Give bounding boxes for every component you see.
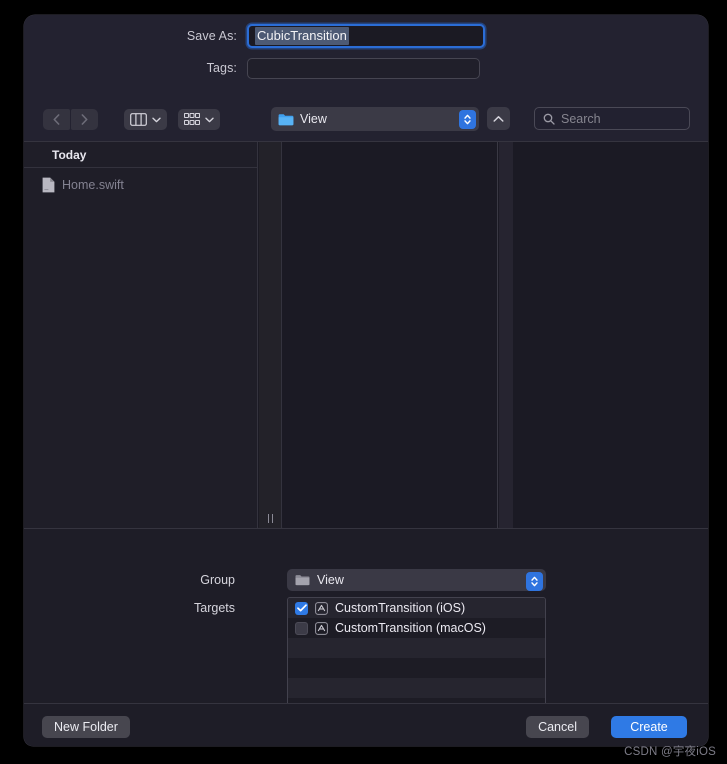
section-header-today: Today xyxy=(24,142,257,168)
gallery-view-icon xyxy=(184,113,200,126)
search-icon xyxy=(543,113,555,125)
group-mode-button[interactable] xyxy=(178,109,220,130)
list-item[interactable]: Home.swift xyxy=(24,174,257,196)
navigation-buttons xyxy=(43,109,98,130)
screen: Save As: CubicTransition Tags: View Sear… xyxy=(0,0,727,764)
path-popup-button[interactable]: View xyxy=(271,107,479,131)
stepper-chevrons-icon xyxy=(531,576,538,586)
tags-input[interactable] xyxy=(247,57,480,79)
column-view-icon xyxy=(130,113,147,126)
folder-icon xyxy=(295,575,310,586)
document-icon xyxy=(42,177,55,193)
view-mode-button[interactable] xyxy=(124,109,167,130)
dialog-header: Save As: CubicTransition Tags: xyxy=(24,15,708,86)
table-row-empty[interactable] xyxy=(288,678,545,698)
accessory-panel: Group View Targets CustomTransition (iOS… xyxy=(24,528,708,708)
chevron-down-icon xyxy=(205,117,214,122)
browser-column-last[interactable] xyxy=(513,142,708,528)
target-checkbox-checked[interactable] xyxy=(295,601,308,615)
app-target-icon xyxy=(315,601,328,615)
browser-column-files[interactable]: Today Home.swift xyxy=(24,142,258,528)
browser-column-narrow[interactable] xyxy=(259,142,282,528)
save-dialog: Save As: CubicTransition Tags: View Sear… xyxy=(24,15,708,746)
save-as-row: Save As: CubicTransition xyxy=(24,23,708,49)
forward-button[interactable] xyxy=(71,109,98,130)
table-cell-name: CustomTransition (iOS) xyxy=(335,601,466,615)
path-popup-label: View xyxy=(300,112,327,126)
group-stepper[interactable] xyxy=(526,571,543,591)
search-field[interactable]: Search xyxy=(534,107,690,130)
file-browser: Today Home.swift xyxy=(24,141,708,528)
cancel-button[interactable]: Cancel xyxy=(526,716,589,738)
save-as-label: Save As: xyxy=(186,29,237,43)
grip-bar xyxy=(268,513,269,523)
list-item-label: Home.swift xyxy=(62,178,124,192)
tags-row: Tags: xyxy=(24,57,708,79)
browser-column-thin[interactable] xyxy=(499,142,513,528)
target-checkbox-unchecked[interactable] xyxy=(295,621,308,635)
save-as-input[interactable]: CubicTransition xyxy=(247,24,485,48)
app-target-icon xyxy=(315,621,328,635)
create-button[interactable]: Create xyxy=(611,716,687,738)
tags-label: Tags: xyxy=(206,61,237,75)
table-row[interactable]: CustomTransition (macOS) xyxy=(288,618,545,638)
group-popup-button[interactable]: View xyxy=(287,569,546,591)
group-label: Group xyxy=(200,573,235,587)
save-as-field-wrap: CubicTransition xyxy=(247,24,485,48)
table-row[interactable]: CustomTransition (iOS) xyxy=(288,598,545,618)
table-cell-name: CustomTransition (macOS) xyxy=(335,621,486,635)
search-placeholder: Search xyxy=(561,111,601,126)
go-up-button[interactable] xyxy=(487,107,510,130)
targets-list[interactable]: CustomTransition (iOS) CustomTransition … xyxy=(287,597,546,708)
column-resize-handle[interactable] xyxy=(259,508,282,528)
folder-icon xyxy=(278,113,294,125)
checkmark-icon xyxy=(296,604,307,612)
dialog-footer: New Folder Cancel Create xyxy=(24,703,708,746)
dialog-toolbar: View Search xyxy=(24,86,708,141)
new-folder-button[interactable]: New Folder xyxy=(42,716,130,738)
targets-label: Targets xyxy=(194,601,235,615)
browser-column-main[interactable] xyxy=(283,142,498,528)
watermark: CSDN @宇夜iOS xyxy=(624,746,716,758)
stepper-chevrons-icon xyxy=(464,114,471,124)
save-as-value: CubicTransition xyxy=(255,27,349,45)
group-popup-label: View xyxy=(317,573,344,587)
grip-bar xyxy=(272,513,273,523)
table-row-empty[interactable] xyxy=(288,658,545,678)
table-row-empty[interactable] xyxy=(288,638,545,658)
chevron-left-icon xyxy=(53,114,60,125)
back-button[interactable] xyxy=(43,109,70,130)
path-stepper[interactable] xyxy=(459,109,476,129)
chevron-right-icon xyxy=(81,114,88,125)
chevron-up-icon xyxy=(493,115,504,122)
chevron-down-icon xyxy=(152,117,161,122)
